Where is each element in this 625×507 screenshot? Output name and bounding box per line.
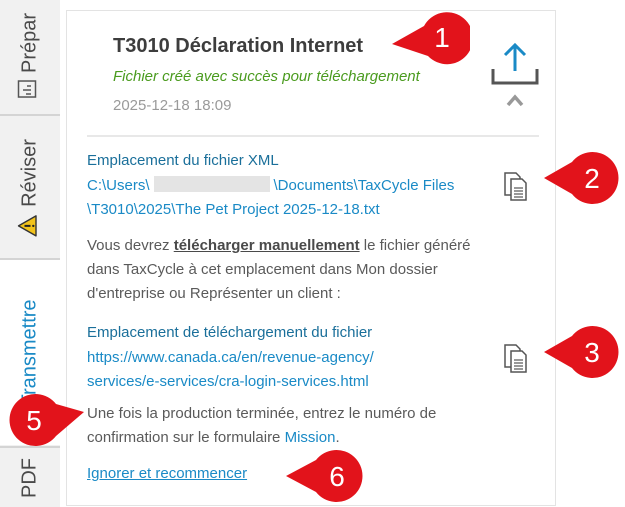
copy-icon bbox=[504, 172, 527, 201]
transmit-panel: T3010 Déclaration Internet Fichier créé … bbox=[66, 10, 556, 506]
upload-icon bbox=[491, 42, 539, 85]
tab-pdf[interactable]: PDF bbox=[0, 448, 60, 507]
checklist-icon bbox=[17, 79, 43, 99]
page-title: T3010 Déclaration Internet bbox=[113, 35, 364, 57]
upload-location-label: Emplacement de téléchargement du fichier bbox=[87, 324, 373, 341]
tab-prepare[interactable]: Prépar bbox=[0, 0, 60, 112]
redacted-username bbox=[153, 176, 270, 192]
tab-prepare-label: Prépar bbox=[17, 13, 43, 99]
upload-instructions: Vous devrez télécharger manuellement le … bbox=[87, 237, 471, 302]
copy-url-button[interactable] bbox=[499, 341, 533, 375]
upload-button[interactable] bbox=[487, 39, 543, 89]
svg-text:5: 5 bbox=[26, 405, 42, 436]
chevron-up-icon bbox=[506, 94, 524, 107]
svg-text:2: 2 bbox=[584, 163, 600, 194]
callout-3: 3 bbox=[544, 326, 619, 378]
collapse-button[interactable] bbox=[505, 93, 525, 107]
copy-xml-path-button[interactable] bbox=[499, 169, 533, 203]
svg-text:3: 3 bbox=[584, 337, 600, 368]
callout-5: 5 bbox=[9, 394, 84, 446]
tab-divider bbox=[0, 114, 60, 116]
xml-location-label: Emplacement du fichier XML bbox=[87, 152, 279, 169]
svg-text:6: 6 bbox=[329, 461, 345, 492]
cra-login-url[interactable]: https://www.canada.ca/en/revenue-agency/… bbox=[87, 346, 374, 394]
callout-6: 6 bbox=[286, 450, 363, 502]
ignore-and-restart-link[interactable]: Ignorer et recommencer bbox=[87, 465, 247, 482]
copy-icon bbox=[504, 344, 527, 373]
tab-pdf-label: PDF bbox=[18, 457, 41, 498]
divider bbox=[87, 135, 539, 137]
warning-icon bbox=[17, 215, 43, 237]
tab-review[interactable]: Réviser bbox=[0, 118, 60, 258]
tab-review-label: Réviser bbox=[17, 139, 43, 237]
xml-file-path[interactable]: C:\Users\ \Documents\TaxCycle Files \T301… bbox=[87, 174, 454, 222]
mission-link[interactable]: Mission bbox=[285, 429, 336, 446]
completion-instructions: Une fois la production terminée, entrez … bbox=[87, 405, 437, 446]
status-message: Fichier créé avec succès pour télécharge… bbox=[113, 68, 420, 85]
svg-text:1: 1 bbox=[434, 22, 450, 53]
callout-1: 1 bbox=[392, 12, 470, 65]
timestamp: 2025-12-18 18:09 bbox=[113, 97, 232, 114]
callout-2: 2 bbox=[544, 152, 619, 204]
